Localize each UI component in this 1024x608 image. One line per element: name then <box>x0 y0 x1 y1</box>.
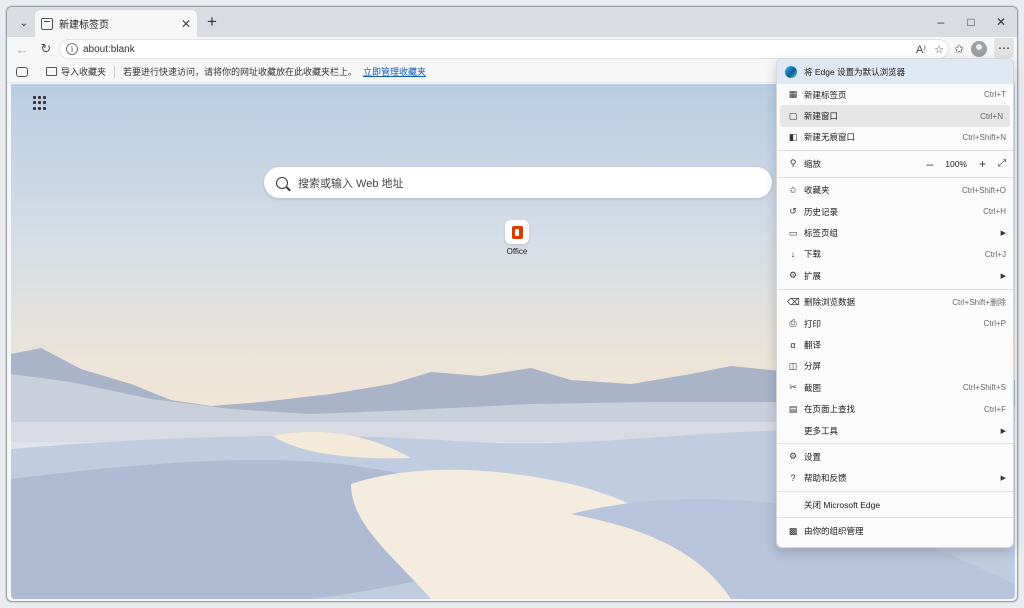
divider <box>777 176 1013 178</box>
quick-link-label: Office <box>506 247 528 256</box>
favorites-list-icon[interactable]: ✩ <box>949 39 969 59</box>
window-icon: ▢ <box>788 110 798 121</box>
fullscreen-icon[interactable]: ⤢ <box>998 158 1006 169</box>
menu-screenshot[interactable]: ✂ 截图 Ctrl+Shift+S <box>777 377 1013 398</box>
download-icon: ↓ <box>790 249 796 260</box>
site-info-icon[interactable]: i <box>66 43 78 55</box>
extensions-icon: ⚙ <box>788 270 798 281</box>
menu-tab-groups[interactable]: ▭ 标签页组 ▶ <box>777 222 1013 243</box>
menu-managed-by-org[interactable]: ▩ 由你的组织管理 <box>777 520 1013 541</box>
submenu-arrow-icon: ▶ <box>1000 230 1006 238</box>
folder-icon <box>46 67 57 76</box>
zoom-in-button[interactable]: + <box>979 157 986 171</box>
app-launcher-grid-icon[interactable] <box>33 96 47 110</box>
back-arrow-icon[interactable]: ← <box>11 39 33 59</box>
menu-downloads[interactable]: ↓ 下载 Ctrl+J <box>777 244 1013 265</box>
tab-groups-icon: ▭ <box>788 227 798 238</box>
tab-title: 新建标签页 <box>59 20 109 31</box>
set-default-browser-banner[interactable]: 将 Edge 设置为默认浏览器 <box>777 59 1013 84</box>
divider <box>777 443 1013 445</box>
search-box[interactable]: 搜索或输入 Web 地址 <box>264 167 772 198</box>
menu-zoom: ⚲ 缩放 – 100% + ⤢ <box>777 153 1013 174</box>
menu-close-edge[interactable]: 关闭 Microsoft Edge <box>777 494 1013 515</box>
tab-strip: ⌄ 新建标签页 ✕ + – □ ✕ <box>7 7 1017 37</box>
submenu-arrow-icon: ▶ <box>1000 475 1006 483</box>
settings-more-icon[interactable]: ⋯ <box>994 38 1014 58</box>
maximize-icon[interactable]: □ <box>957 12 985 32</box>
divider <box>777 517 1013 519</box>
split-screen-icon: ◫ <box>788 360 798 371</box>
office-icon <box>505 220 529 244</box>
print-icon: ⎙ <box>789 318 797 329</box>
find-icon: ▤ <box>788 403 798 414</box>
menu-more-tools[interactable]: 更多工具 ▶ <box>777 420 1013 441</box>
menu-clear-browsing-data[interactable]: ⌫ 删除浏览数据 Ctrl+Shift+删除 <box>777 292 1013 313</box>
address-bar[interactable]: i about:blank A⁾ ☆ <box>59 39 949 59</box>
help-icon: ? <box>790 473 796 484</box>
screenshot-icon: ✂ <box>789 382 797 393</box>
menu-new-inprivate-window[interactable]: ◧ 新建无痕窗口 Ctrl+Shift+N <box>777 127 1013 148</box>
new-tab-page-icon <box>41 17 53 30</box>
briefcase-icon: ▩ <box>788 525 798 536</box>
favorite-star-icon[interactable]: ☆ <box>930 40 948 58</box>
menu-split-screen[interactable]: ◫ 分屏 <box>777 356 1013 377</box>
favorites-hint: 若要进行快速访问，请将你的网址收藏放在此收藏夹栏上。 <box>123 67 358 77</box>
read-aloud-icon[interactable]: A⁾ <box>912 40 930 58</box>
history-icon: ↺ <box>789 206 797 217</box>
search-input[interactable]: 搜索或输入 Web 地址 <box>298 175 404 191</box>
address-url[interactable]: about:blank <box>83 44 912 55</box>
close-tab-icon[interactable]: ✕ <box>181 17 191 31</box>
import-favorites-label: 导入收藏夹 <box>61 67 107 77</box>
trash-icon: ⌫ <box>787 296 800 307</box>
quick-link-office[interactable]: Office <box>503 220 531 265</box>
menu-help-feedback[interactable]: ? 帮助和反馈 ▶ <box>777 468 1013 489</box>
profile-avatar[interactable] <box>971 41 987 57</box>
banner-label: 将 Edge 设置为默认浏览器 <box>804 66 906 77</box>
minimize-icon[interactable]: – <box>927 12 955 32</box>
menu-find-on-page[interactable]: ▤ 在页面上查找 Ctrl+F <box>777 398 1013 419</box>
menu-new-tab[interactable]: ▦ 新建标签页 Ctrl+T <box>777 84 1013 105</box>
import-favorites-button[interactable]: 导入收藏夹 <box>46 65 106 78</box>
refresh-icon[interactable]: ↻ <box>35 39 57 59</box>
menu-extensions[interactable]: ⚙ 扩展 ▶ <box>777 265 1013 286</box>
zoom-icon: ⚲ <box>789 158 797 169</box>
divider <box>114 65 116 78</box>
menu-history[interactable]: ↺ 历史记录 Ctrl+H <box>777 201 1013 222</box>
menu-settings[interactable]: ⚙ 设置 <box>777 446 1013 467</box>
submenu-arrow-icon: ▶ <box>1000 272 1006 280</box>
close-window-icon[interactable]: ✕ <box>987 12 1015 32</box>
edge-logo-icon <box>785 65 797 78</box>
zoom-value: 100% <box>945 158 967 169</box>
collections-icon[interactable] <box>16 66 28 77</box>
new-tab-plus-icon[interactable]: + <box>201 12 223 32</box>
menu-translate[interactable]: α 翻译 <box>777 334 1013 355</box>
settings-icon: ⚙ <box>788 451 798 462</box>
settings-menu: 将 Edge 设置为默认浏览器 ▦ 新建标签页 Ctrl+T ▢ 新建窗口 Ct… <box>776 58 1014 548</box>
manage-favorites-link[interactable]: 立即管理收藏夹 <box>363 65 426 78</box>
menu-print[interactable]: ⎙ 打印 Ctrl+P <box>777 313 1013 334</box>
tab-new-tab[interactable]: 新建标签页 ✕ <box>35 10 197 37</box>
tab-actions-chevron-down-icon[interactable]: ⌄ <box>13 13 35 33</box>
submenu-arrow-icon: ▶ <box>1000 427 1006 435</box>
favorites-icon: ✩ <box>789 184 797 195</box>
divider <box>777 150 1013 152</box>
menu-new-window[interactable]: ▢ 新建窗口 Ctrl+N <box>780 105 1010 127</box>
divider <box>777 288 1013 290</box>
zoom-out-button[interactable]: – <box>927 157 934 171</box>
translate-icon: α <box>790 339 796 350</box>
divider <box>777 491 1013 493</box>
inprivate-icon: ◧ <box>788 131 798 142</box>
menu-favorites[interactable]: ✩ 收藏夹 Ctrl+Shift+O <box>777 180 1013 201</box>
tab-icon: ▦ <box>788 89 798 100</box>
search-icon <box>276 176 288 189</box>
